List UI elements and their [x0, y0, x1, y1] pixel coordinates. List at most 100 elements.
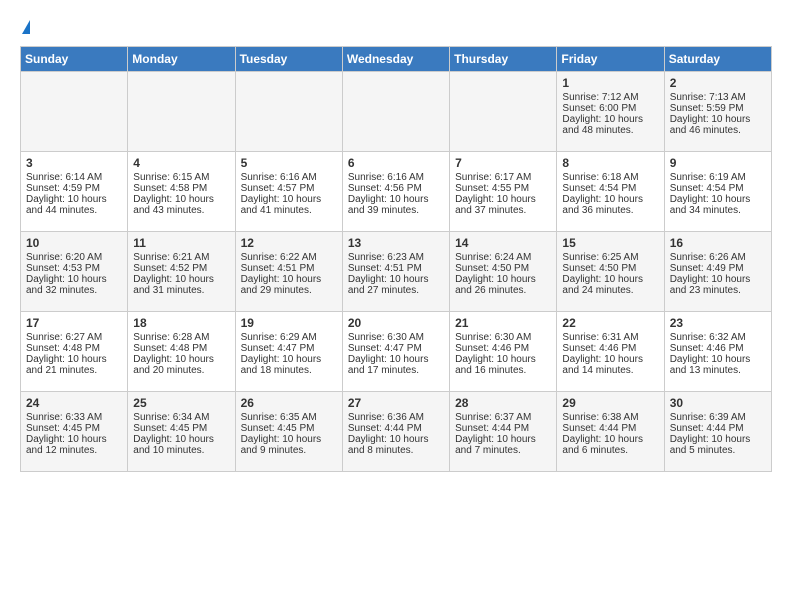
day-number: 11	[133, 236, 229, 250]
day-info: Sunrise: 6:14 AM	[26, 172, 122, 183]
day-info: Sunrise: 6:31 AM	[562, 332, 658, 343]
day-number: 13	[348, 236, 444, 250]
day-info: Sunrise: 6:26 AM	[670, 252, 766, 263]
day-info: Daylight: 10 hours and 46 minutes.	[670, 114, 766, 136]
day-info: Sunset: 4:54 PM	[670, 183, 766, 194]
day-number: 16	[670, 236, 766, 250]
calendar-day-cell: 23Sunrise: 6:32 AMSunset: 4:46 PMDayligh…	[664, 312, 771, 392]
day-info: Daylight: 10 hours and 23 minutes.	[670, 274, 766, 296]
day-info: Sunset: 4:47 PM	[348, 343, 444, 354]
calendar-week-row: 10 Sunrise: 6:20 AMSunset: 4:53 PM Dayligh…	[21, 232, 772, 312]
day-number: 12	[241, 236, 337, 250]
day-number: 3	[26, 156, 122, 170]
calendar-day-cell: 19Sunrise: 6:29 AMSunset: 4:47 PMDayligh…	[235, 312, 342, 392]
day-info: Sunset: 4:52 PM	[133, 263, 229, 274]
day-number: 22	[562, 316, 658, 330]
day-number: 10	[26, 236, 122, 250]
day-number: 4	[133, 156, 229, 170]
day-info: Sunset: 4:44 PM	[670, 423, 766, 434]
day-info: Sunrise: 6:37 AM	[455, 412, 551, 423]
day-of-week-header: Sunday	[21, 47, 128, 72]
day-number: 24	[26, 396, 122, 410]
day-number: 5	[241, 156, 337, 170]
day-info: Sunset: 4:44 PM	[455, 423, 551, 434]
day-info: Daylight: 10 hours and 34 minutes.	[670, 194, 766, 216]
calendar-header-row: SundayMondayTuesdayWednesdayThursdayFrid…	[21, 47, 772, 72]
day-info: Sunset: 4:50 PM	[455, 263, 551, 274]
day-info: Sunset: 4:46 PM	[670, 343, 766, 354]
day-of-week-header: Saturday	[664, 47, 771, 72]
day-number: 28	[455, 396, 551, 410]
day-info: Daylight: 10 hours and 9 minutes.	[241, 434, 337, 456]
calendar-day-cell: 24Sunrise: 6:33 AMSunset: 4:45 PMDayligh…	[21, 392, 128, 472]
day-info: Sunrise: 6:33 AM	[26, 412, 122, 423]
day-info: Sunrise: 6:29 AM	[241, 332, 337, 343]
day-of-week-header: Monday	[128, 47, 235, 72]
day-info: Daylight: 10 hours and 17 minutes.	[348, 354, 444, 376]
calendar-day-cell: 10Sunrise: 6:20 AMSunset: 4:53 PMDayligh…	[21, 232, 128, 312]
calendar-day-cell: 22Sunrise: 6:31 AMSunset: 4:46 PMDayligh…	[557, 312, 664, 392]
header	[20, 16, 772, 36]
calendar-day-cell: 4Sunrise: 6:15 AMSunset: 4:58 PMDaylight…	[128, 152, 235, 232]
calendar-week-row: 17Sunrise: 6:27 AMSunset: 4:48 PMDayligh…	[21, 312, 772, 392]
calendar-day-cell: 27Sunrise: 6:36 AMSunset: 4:44 PMDayligh…	[342, 392, 449, 472]
day-info: Daylight: 10 hours and 8 minutes.	[348, 434, 444, 456]
day-info: Sunrise: 6:32 AM	[670, 332, 766, 343]
calendar-week-row: 1Sunrise: 7:12 AMSunset: 6:00 PMDaylight…	[21, 72, 772, 152]
day-info: Sunset: 4:45 PM	[241, 423, 337, 434]
day-info: Daylight: 10 hours and 48 minutes.	[562, 114, 658, 136]
day-number: 30	[670, 396, 766, 410]
calendar-day-cell: 11Sunrise: 6:21 AMSunset: 4:52 PMDayligh…	[128, 232, 235, 312]
day-info: Daylight: 10 hours and 41 minutes.	[241, 194, 337, 216]
day-info: Sunrise: 6:16 AM	[348, 172, 444, 183]
day-info: Sunset: 4:59 PM	[26, 183, 122, 194]
logo	[20, 16, 30, 36]
day-info: Sunset: 4:51 PM	[348, 263, 444, 274]
day-info: Sunset: 4:44 PM	[562, 423, 658, 434]
day-number: 27	[348, 396, 444, 410]
calendar-day-cell	[235, 72, 342, 152]
day-info: Daylight: 10 hours and 16 minutes.	[455, 354, 551, 376]
day-number: 1	[562, 76, 658, 90]
day-info: Sunrise: 6:24 AM	[455, 252, 551, 263]
day-info: Sunset: 4:47 PM	[241, 343, 337, 354]
day-number: 2	[670, 76, 766, 90]
calendar-day-cell: 18Sunrise: 6:28 AMSunset: 4:48 PMDayligh…	[128, 312, 235, 392]
day-info: Sunrise: 6:16 AM	[241, 172, 337, 183]
day-info: Sunrise: 7:13 AM	[670, 92, 766, 103]
day-number: 17	[26, 316, 122, 330]
day-info: Daylight: 10 hours and 31 minutes.	[133, 274, 229, 296]
day-of-week-header: Thursday	[450, 47, 557, 72]
day-info: Sunrise: 6:17 AM	[455, 172, 551, 183]
day-number: 21	[455, 316, 551, 330]
calendar-day-cell: 14Sunrise: 6:24 AMSunset: 4:50 PMDayligh…	[450, 232, 557, 312]
calendar-day-cell: 30Sunrise: 6:39 AMSunset: 4:44 PMDayligh…	[664, 392, 771, 472]
day-info: Sunrise: 6:25 AM	[562, 252, 658, 263]
calendar-day-cell: 2Sunrise: 7:13 AMSunset: 5:59 PMDaylight…	[664, 72, 771, 152]
day-info: Sunset: 4:46 PM	[562, 343, 658, 354]
day-info: Sunset: 4:46 PM	[455, 343, 551, 354]
logo-top	[20, 16, 30, 36]
calendar-day-cell: 26Sunrise: 6:35 AMSunset: 4:45 PMDayligh…	[235, 392, 342, 472]
day-info: Sunrise: 6:23 AM	[348, 252, 444, 263]
day-info: Sunset: 4:53 PM	[26, 263, 122, 274]
calendar-day-cell: 16Sunrise: 6:26 AMSunset: 4:49 PMDayligh…	[664, 232, 771, 312]
day-info: Daylight: 10 hours and 5 minutes.	[670, 434, 766, 456]
day-info: Sunrise: 6:19 AM	[670, 172, 766, 183]
day-of-week-header: Tuesday	[235, 47, 342, 72]
day-info: Sunset: 4:48 PM	[133, 343, 229, 354]
day-number: 23	[670, 316, 766, 330]
day-of-week-header: Friday	[557, 47, 664, 72]
calendar-day-cell: 29Sunrise: 6:38 AMSunset: 4:44 PMDayligh…	[557, 392, 664, 472]
day-info: Sunrise: 6:20 AM	[26, 252, 122, 263]
day-number: 6	[348, 156, 444, 170]
calendar-day-cell	[128, 72, 235, 152]
calendar-week-row: 24Sunrise: 6:33 AMSunset: 4:45 PMDayligh…	[21, 392, 772, 472]
day-number: 8	[562, 156, 658, 170]
day-info: Sunset: 4:50 PM	[562, 263, 658, 274]
calendar-day-cell: 1Sunrise: 7:12 AMSunset: 6:00 PMDaylight…	[557, 72, 664, 152]
logo-triangle-icon	[22, 20, 30, 34]
day-info: Daylight: 10 hours and 20 minutes.	[133, 354, 229, 376]
day-of-week-header: Wednesday	[342, 47, 449, 72]
day-info: Daylight: 10 hours and 43 minutes.	[133, 194, 229, 216]
